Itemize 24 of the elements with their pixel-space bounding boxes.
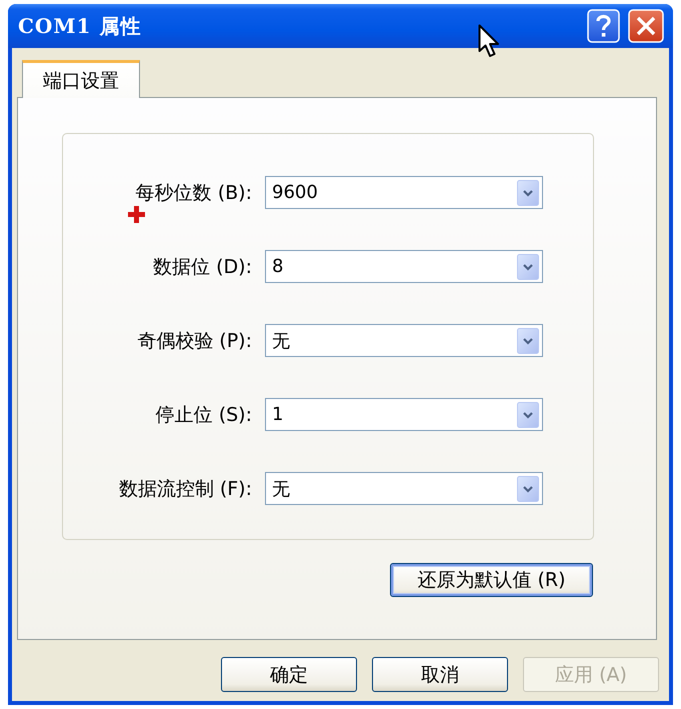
help-icon[interactable] [587, 9, 620, 43]
tab[interactable]: 端口设置 [22, 60, 140, 98]
dialog-button[interactable]: 确定 [221, 657, 357, 692]
dropdown-field[interactable]: 8 [265, 250, 543, 283]
dropdown-field[interactable]: 1 [265, 398, 543, 431]
dropdown-field[interactable]: 9600 [265, 176, 543, 209]
chevron-down-icon[interactable] [517, 328, 539, 354]
field-label: 停止位 (S): [154, 402, 252, 428]
chevron-down-icon[interactable] [517, 180, 539, 206]
window-title: COM1 属性 [18, 12, 142, 40]
dialog-button[interactable]: 取消 [372, 657, 508, 692]
dropdown-field[interactable]: 无 [265, 472, 543, 505]
field-label: 奇偶校验 (P): [136, 328, 252, 354]
field-label: 每秒位数 (B): [134, 180, 252, 206]
chevron-down-icon[interactable] [517, 402, 539, 428]
chevron-down-icon[interactable] [517, 476, 539, 502]
pointer-cursor-icon [478, 24, 502, 60]
plus-marker-icon [128, 206, 145, 223]
field-label: 数据位 (D): [152, 254, 252, 280]
chevron-down-icon[interactable] [517, 254, 539, 280]
restore-defaults-button[interactable]: 还原为默认值 (R) [390, 563, 593, 597]
dropdown-field[interactable]: 无 [265, 324, 543, 357]
close-icon[interactable] [628, 9, 664, 43]
field-label: 数据流控制 (F): [118, 476, 252, 502]
